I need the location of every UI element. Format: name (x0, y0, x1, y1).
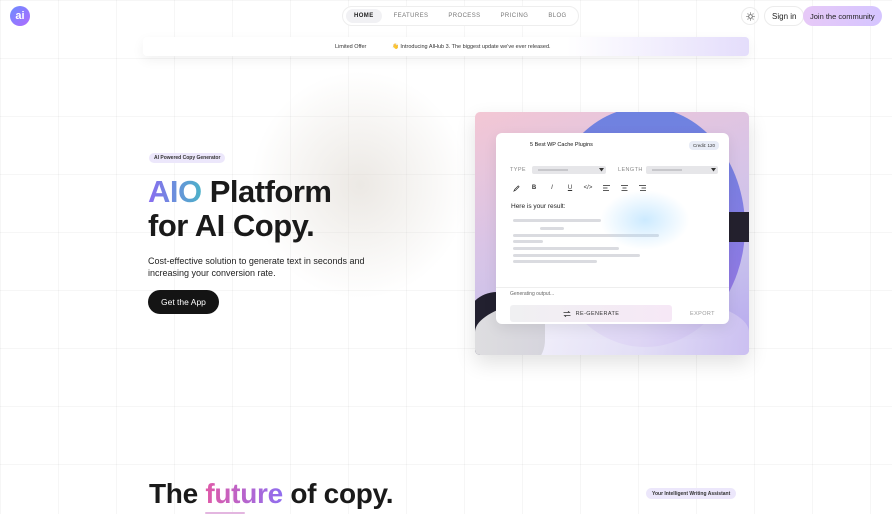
generating-status: Generating output... (510, 291, 555, 297)
editor-toolbar: B I U </> (511, 183, 647, 193)
regenerate-button[interactable]: RE-GENERATE (510, 305, 672, 322)
nav-process[interactable]: PROCESS (440, 9, 488, 23)
section-title: The future of copy. (149, 478, 394, 510)
code-icon[interactable]: </> (583, 183, 593, 193)
output-line (513, 219, 601, 222)
swap-icon (563, 310, 571, 317)
select-placeholder (652, 169, 682, 171)
output-line (513, 254, 640, 257)
output-line (513, 234, 659, 237)
hero-title-rest: Platform (201, 174, 332, 209)
length-select[interactable] (646, 166, 718, 174)
result-label: Here is your result: (511, 203, 566, 210)
join-community-button[interactable]: Join the community (803, 6, 882, 26)
nav-pricing[interactable]: PRICING (493, 9, 537, 23)
nav-features[interactable]: FEATURES (386, 9, 437, 23)
hero-title: AIO Platform for AI Copy. (148, 174, 332, 243)
theme-toggle-button[interactable] (741, 7, 759, 25)
hero-badge: AI Powered Copy Generator (149, 153, 226, 163)
announcement-message: 👋 Introducing AIHub 3. The biggest updat… (392, 43, 551, 50)
export-button[interactable]: EXPORT (690, 311, 715, 317)
regenerate-label: RE-GENERATE (575, 310, 620, 317)
logo-text: ai (15, 10, 25, 22)
panel-title: 5 Best WP Cache Plugins (530, 142, 593, 148)
section-title-gradient: future (205, 478, 283, 509)
section-title-post: of copy. (282, 478, 394, 509)
pen-icon[interactable] (511, 183, 521, 193)
divider (496, 287, 729, 288)
bold-icon[interactable]: B (529, 183, 539, 193)
copy-generator-panel: 5 Best WP Cache Plugins Credit: 120 TYPE… (496, 133, 729, 324)
background-grid (0, 0, 892, 514)
main-nav: HOME FEATURES PROCESS PRICING BLOG (342, 6, 579, 26)
hero-title-line2: for AI Copy. (148, 208, 315, 243)
get-app-button[interactable]: Get the App (148, 290, 219, 314)
underline-icon[interactable]: U (565, 183, 575, 193)
signin-button[interactable]: Sign in (764, 6, 805, 26)
output-line (513, 240, 543, 243)
nav-home[interactable]: HOME (346, 9, 382, 23)
credit-badge: Credit: 120 (688, 141, 719, 150)
italic-icon[interactable]: I (547, 183, 557, 193)
hero-subtitle: Cost-effective solution to generate text… (148, 256, 365, 278)
type-select[interactable] (532, 166, 606, 174)
align-right-icon[interactable] (637, 183, 647, 193)
length-label: LENGTH (618, 167, 643, 173)
nav-blog[interactable]: BLOG (540, 9, 574, 23)
output-line (513, 247, 619, 250)
hero-title-gradient: AIO (148, 174, 202, 209)
announcement-tag: Limited Offer (335, 43, 367, 50)
assistant-badge: Your Intelligent Writing Assistant (646, 488, 737, 499)
align-left-icon[interactable] (601, 183, 611, 193)
chevron-down-icon (711, 168, 716, 172)
type-label: TYPE (510, 167, 526, 173)
chevron-down-icon (599, 168, 604, 172)
announcement-bar[interactable]: Limited Offer 👋 Introducing AIHub 3. The… (143, 37, 749, 56)
sun-icon (745, 11, 755, 21)
output-line (540, 227, 564, 230)
align-center-icon[interactable] (619, 183, 629, 193)
select-placeholder (538, 169, 568, 171)
logo[interactable]: ai (10, 6, 30, 26)
output-line (513, 260, 597, 263)
section-title-pre: The (149, 478, 206, 509)
